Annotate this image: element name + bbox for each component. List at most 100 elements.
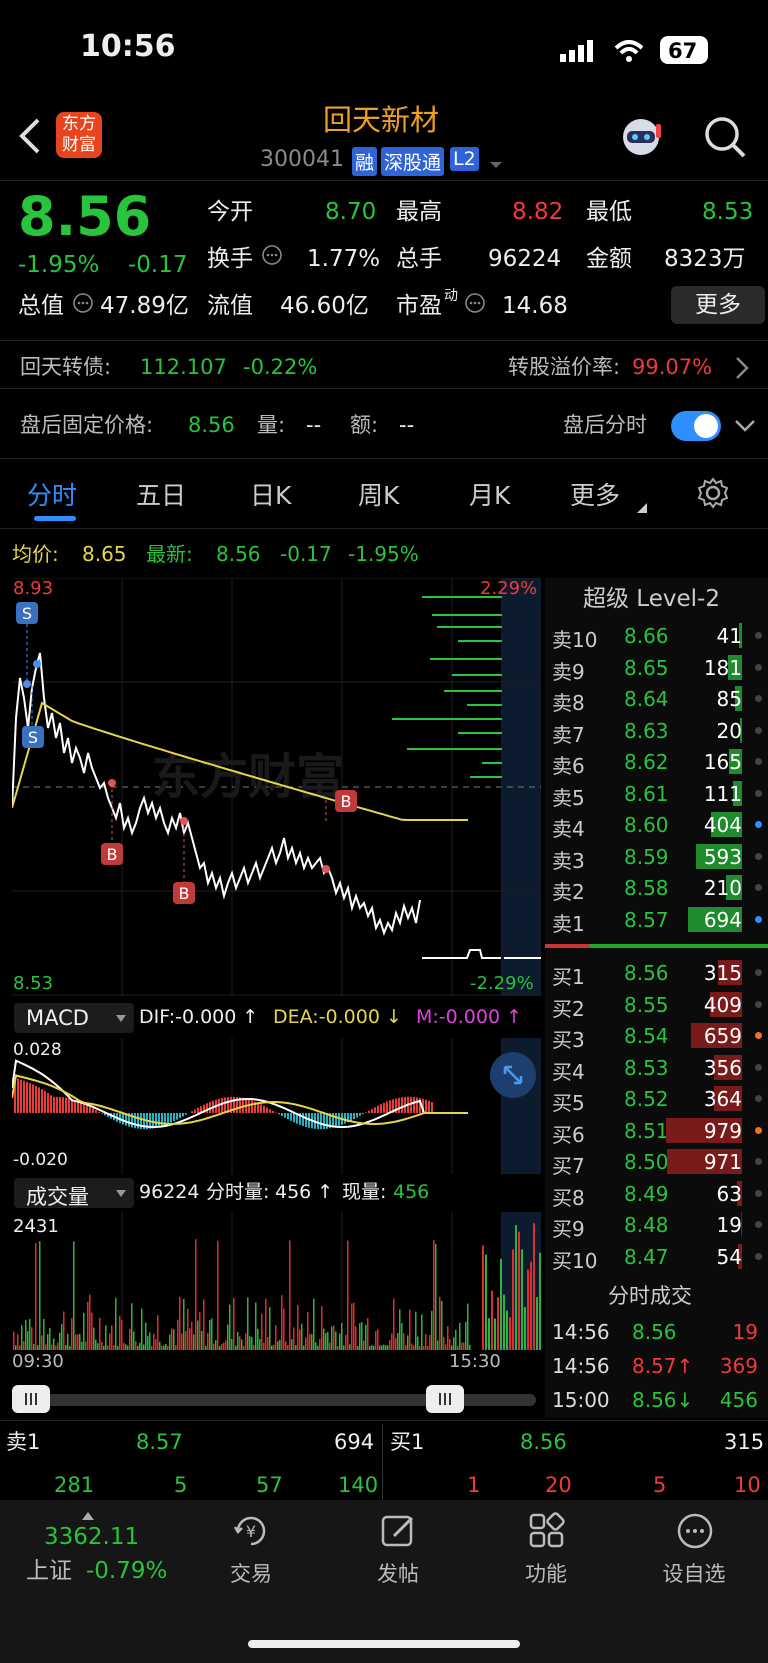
index-pct[interactable]: -0.79% bbox=[86, 1560, 167, 1583]
sell-marker[interactable]: S bbox=[22, 726, 44, 748]
range-handle-right[interactable] bbox=[426, 1385, 464, 1413]
bid-level-6[interactable]: 买6 8.51 979 bbox=[552, 1115, 768, 1147]
expand-icon[interactable] bbox=[490, 1052, 536, 1098]
bid-level-8[interactable]: 买8 8.49 63 bbox=[552, 1178, 768, 1210]
grid-icon[interactable] bbox=[528, 1512, 566, 1554]
ask-volume: 165 bbox=[703, 750, 742, 774]
tick-time: 14:56 bbox=[552, 1320, 610, 1344]
after-hours-vol-label: 量: bbox=[257, 413, 286, 437]
nav-functions[interactable]: 功能 bbox=[486, 1558, 606, 1588]
range-handle-left[interactable] bbox=[12, 1385, 50, 1413]
trade-icon[interactable]: ¥ bbox=[230, 1510, 272, 1556]
after-hours-toggle[interactable] bbox=[671, 411, 721, 441]
time-start: 09:30 bbox=[12, 1351, 64, 1372]
bid-level-9[interactable]: 买9 8.48 19 bbox=[552, 1209, 768, 1241]
buy-marker[interactable]: B bbox=[335, 790, 357, 812]
svg-text:B: B bbox=[179, 884, 190, 903]
ask-level-10[interactable]: 卖1 8.57 694 bbox=[552, 904, 768, 936]
total-cap: 47.89亿 bbox=[100, 293, 189, 319]
bid-label: 买1 bbox=[552, 965, 585, 989]
more-button[interactable]: 更多 bbox=[671, 286, 765, 324]
ask-level-6[interactable]: 卖5 8.61 111 bbox=[552, 778, 768, 810]
ask-level-4[interactable]: 卖7 8.63 20 bbox=[552, 715, 768, 747]
edit-icon[interactable] bbox=[380, 1512, 418, 1554]
more-button-label: 更多 bbox=[695, 292, 741, 318]
status-dot bbox=[755, 632, 762, 639]
tab-more[interactable]: 更多 bbox=[570, 476, 620, 512]
ask-label: 卖7 bbox=[552, 722, 585, 747]
nav-post[interactable]: 发帖 bbox=[338, 1558, 458, 1588]
float-cap-label: 流值 bbox=[207, 293, 253, 319]
bid-level-1[interactable]: 买1 8.56 315 bbox=[552, 957, 768, 989]
nav-add-watchlist[interactable]: 设自选 bbox=[634, 1558, 754, 1588]
svg-text:S: S bbox=[28, 728, 38, 747]
robot-avatar-icon[interactable] bbox=[618, 114, 664, 164]
tick-row: 14:56 8.57↑ 369 bbox=[552, 1350, 768, 1381]
open-label: 今开 bbox=[207, 199, 253, 225]
gear-icon[interactable] bbox=[697, 477, 729, 513]
bid-queue-2: 20 bbox=[545, 1473, 572, 1497]
premium-value: 99.07% bbox=[632, 355, 713, 379]
ask-level-7[interactable]: 卖4 8.60 404 bbox=[552, 809, 768, 841]
tab-monthly-k[interactable]: 月K bbox=[469, 476, 510, 512]
volume-selector[interactable]: 成交量 bbox=[14, 1178, 134, 1209]
ask-queue-4: 140 bbox=[338, 1473, 379, 1497]
bid-level-4[interactable]: 买4 8.53 356 bbox=[552, 1052, 768, 1084]
index-name[interactable]: 上证 bbox=[26, 1560, 72, 1583]
volume-total: 96224 bbox=[139, 1181, 200, 1203]
ask-level-1[interactable]: 卖10 8.66 41 bbox=[552, 620, 768, 652]
level2-title: 超级 Level-2 bbox=[583, 586, 720, 612]
macd-selector[interactable]: MACD bbox=[14, 1003, 134, 1033]
tab-daily-k[interactable]: 日K bbox=[250, 476, 291, 512]
back-icon[interactable] bbox=[18, 116, 42, 160]
bottom-bid-vol: 315 bbox=[724, 1430, 765, 1454]
avg-value: 8.65 bbox=[82, 542, 127, 566]
home-indicator bbox=[248, 1640, 520, 1648]
tab-weekly-k[interactable]: 周K bbox=[358, 476, 399, 512]
after-hours-amt: -- bbox=[399, 413, 415, 437]
ask-level-5[interactable]: 卖6 8.62 165 bbox=[552, 746, 768, 778]
ask-label: 卖3 bbox=[552, 848, 585, 873]
ask-level-2[interactable]: 卖9 8.65 181 bbox=[552, 652, 768, 684]
bid-level-3[interactable]: 买3 8.54 659 bbox=[552, 1020, 768, 1052]
bottom-ask-label: 卖1 bbox=[6, 1430, 41, 1454]
tab-five-day[interactable]: 五日 bbox=[136, 476, 186, 512]
sell-marker[interactable]: S bbox=[16, 602, 38, 624]
more-icon[interactable] bbox=[676, 1512, 714, 1554]
float-cap: 46.60亿 bbox=[280, 293, 369, 319]
macd-chart[interactable] bbox=[11, 1038, 541, 1174]
tick-price: 8.56↓ bbox=[632, 1388, 694, 1412]
info-icon[interactable] bbox=[72, 292, 94, 318]
bid-level-10[interactable]: 买10 8.47 54 bbox=[552, 1241, 768, 1273]
bid-level-5[interactable]: 买5 8.52 364 bbox=[552, 1083, 768, 1115]
bid-price: 8.47 bbox=[624, 1244, 669, 1269]
ask-level-3[interactable]: 卖8 8.64 85 bbox=[552, 683, 768, 715]
ask-level-9[interactable]: 卖2 8.58 210 bbox=[552, 872, 768, 904]
svg-text:东方财富: 东方财富 bbox=[152, 751, 344, 804]
buy-marker[interactable]: B bbox=[173, 882, 195, 904]
macd-svg bbox=[11, 1038, 541, 1174]
bid-label: 买4 bbox=[552, 1059, 585, 1084]
index-value[interactable]: 3362.11 bbox=[44, 1526, 139, 1549]
bid-level-7[interactable]: 买7 8.50 971 bbox=[552, 1146, 768, 1178]
tab-intraday[interactable]: 分时 bbox=[27, 476, 77, 512]
tick-time: 15:00 bbox=[552, 1388, 610, 1412]
ask-level-8[interactable]: 卖3 8.59 593 bbox=[552, 841, 768, 873]
chevron-down-icon[interactable] bbox=[489, 155, 503, 174]
intraday-chart[interactable]: 东方财富 S S B B B bbox=[11, 577, 541, 996]
status-dot bbox=[755, 1032, 762, 1039]
buy-marker[interactable]: B bbox=[101, 843, 123, 865]
chevron-right-icon[interactable] bbox=[735, 356, 749, 384]
tick-price: 8.56 bbox=[632, 1320, 677, 1344]
info-icon[interactable] bbox=[261, 244, 283, 270]
nav-trade[interactable]: 交易 bbox=[191, 1558, 311, 1588]
latest-value: 8.56 bbox=[216, 542, 261, 566]
bid-level-2[interactable]: 买2 8.55 409 bbox=[552, 989, 768, 1021]
info-icon[interactable] bbox=[464, 292, 486, 318]
chevron-down-icon[interactable] bbox=[734, 418, 756, 437]
convertible-name[interactable]: 回天转债: bbox=[20, 357, 111, 378]
bid-label: 买8 bbox=[552, 1185, 585, 1210]
ask-price: 8.63 bbox=[624, 718, 669, 743]
volume-chart[interactable] bbox=[12, 1212, 541, 1350]
search-icon[interactable] bbox=[702, 114, 748, 164]
